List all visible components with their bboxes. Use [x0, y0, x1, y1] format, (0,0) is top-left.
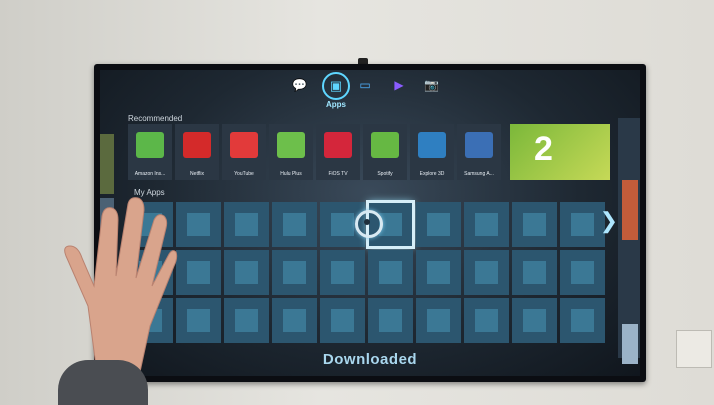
app-logo-icon [230, 132, 258, 158]
recommended-app-tile[interactable]: Netflix [175, 124, 219, 180]
app-slot[interactable] [416, 250, 461, 295]
app-logo-icon [277, 132, 305, 158]
app-slot[interactable] [368, 250, 413, 295]
app-slot[interactable] [560, 250, 605, 295]
gesture-cursor [355, 210, 383, 238]
app-slot[interactable] [416, 202, 461, 247]
app-slot[interactable] [464, 250, 509, 295]
recommended-app-tile[interactable]: Amazon Ins... [128, 124, 172, 180]
app-slot[interactable] [272, 298, 317, 343]
app-slot[interactable] [512, 298, 557, 343]
recommended-row: Amazon Ins... Netflix YouTube Hulu Plus FiOS… [128, 124, 501, 180]
app-slot[interactable] [560, 298, 605, 343]
app-slot[interactable] [464, 202, 509, 247]
user-hand [64, 197, 178, 382]
app-slot[interactable] [272, 250, 317, 295]
app-name: Spotify [377, 171, 393, 177]
app-name: Explore 3D [419, 171, 445, 177]
recommended-app-tile[interactable]: FiOS TV [316, 124, 360, 180]
downloaded-label[interactable]: Downloaded [100, 351, 640, 368]
tv-screen: 💬 ▣ Apps ▭ ▶ 📷 Recommended Amazon Ins...… [100, 70, 640, 376]
app-slot[interactable] [560, 202, 605, 247]
app-slot[interactable] [512, 202, 557, 247]
recommended-app-tile[interactable]: Samsung A... [457, 124, 501, 180]
app-slot[interactable] [272, 202, 317, 247]
app-logo-icon [465, 132, 493, 158]
play-icon[interactable]: ▶ [392, 78, 406, 92]
app-logo-icon [371, 132, 399, 158]
app-slot[interactable] [224, 202, 269, 247]
recommended-heading: Recommended [128, 114, 183, 123]
app-slot[interactable] [224, 298, 269, 343]
camera-icon[interactable]: 📷 [424, 78, 439, 92]
tv-icon[interactable]: ▭ [358, 78, 372, 92]
chevron-right-icon[interactable]: ❯ [600, 208, 618, 234]
promo-banner[interactable]: 2 [510, 124, 610, 180]
app-name: Samsung A... [464, 171, 494, 177]
app-name: YouTube [234, 171, 254, 177]
app-logo-icon [324, 132, 352, 158]
app-logo-icon [418, 132, 446, 158]
app-slot[interactable] [512, 250, 557, 295]
app-name: FiOS TV [328, 171, 348, 177]
wall-outlet [676, 330, 712, 368]
recommended-app-tile[interactable]: Hulu Plus [269, 124, 313, 180]
apps-tab-label: Apps [326, 100, 346, 109]
app-slot[interactable] [320, 250, 365, 295]
top-navigation: 💬 ▣ Apps ▭ ▶ 📷 [100, 70, 640, 114]
app-slot[interactable] [320, 298, 365, 343]
social-icon[interactable]: 💬 [292, 78, 307, 92]
app-slot[interactable] [176, 202, 221, 247]
recommended-app-tile[interactable]: Spotify [363, 124, 407, 180]
recommended-app-tile[interactable]: Explore 3D [410, 124, 454, 180]
recommended-app-tile[interactable]: YouTube [222, 124, 266, 180]
app-slot[interactable] [464, 298, 509, 343]
app-name: Hulu Plus [280, 171, 302, 177]
app-slot[interactable] [416, 298, 461, 343]
left-side-panel [100, 134, 114, 194]
banner-number: 2 [534, 130, 553, 168]
app-logo-icon [183, 132, 211, 158]
app-name: Netflix [190, 171, 204, 177]
apps-icon[interactable]: ▣ [322, 72, 350, 100]
side-preview-image [622, 180, 638, 240]
app-slot[interactable] [176, 298, 221, 343]
app-slot[interactable] [176, 250, 221, 295]
user-sleeve [58, 360, 148, 405]
app-slot[interactable] [224, 250, 269, 295]
app-slot[interactable] [368, 298, 413, 343]
right-side-panel [618, 118, 640, 364]
app-name: Amazon Ins... [134, 171, 166, 177]
app-logo-icon [136, 132, 164, 158]
